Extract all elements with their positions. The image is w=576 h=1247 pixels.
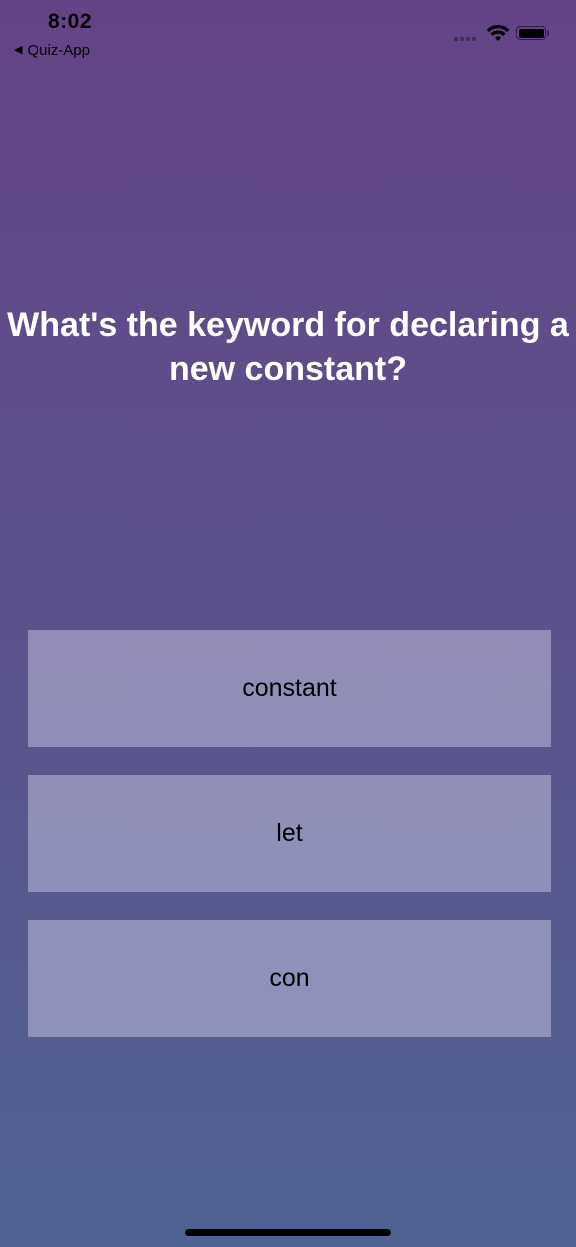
status-bar: 8:02 ◀ Quiz-App — [0, 0, 576, 70]
battery-icon — [516, 26, 546, 40]
answer-list: constant let con — [28, 630, 551, 1065]
wifi-icon — [486, 24, 510, 41]
back-to-app-button[interactable]: ◀ Quiz-App — [14, 42, 90, 59]
home-indicator[interactable] — [185, 1229, 391, 1236]
answer-button-con[interactable]: con — [28, 920, 551, 1037]
back-app-label: Quiz-App — [27, 42, 90, 59]
status-time: 8:02 — [48, 10, 93, 33]
battery-cap — [547, 30, 549, 36]
cellular-signal-icon — [454, 37, 476, 41]
back-arrow-icon: ◀ — [14, 44, 23, 56]
answer-button-let[interactable]: let — [28, 775, 551, 892]
answer-button-constant[interactable]: constant — [28, 630, 551, 747]
question-text: What's the keyword for declaring a new c… — [7, 306, 569, 388]
